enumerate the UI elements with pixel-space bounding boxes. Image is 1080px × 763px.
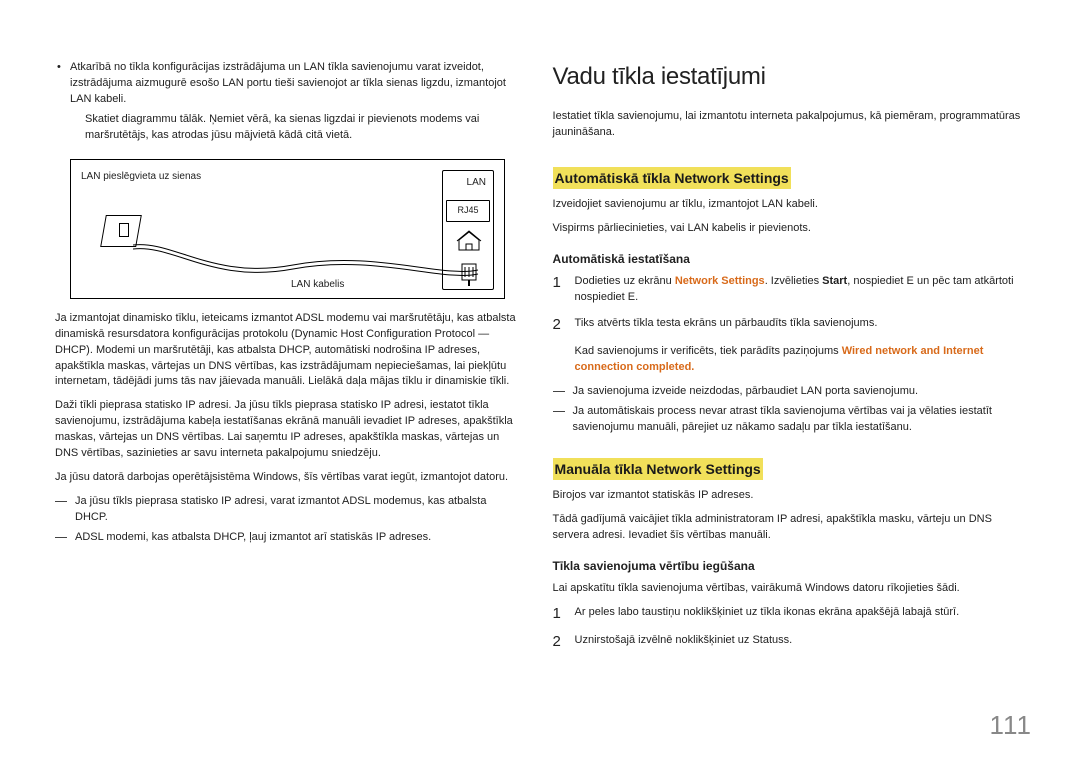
step-number: 2 [553, 633, 575, 651]
paragraph: Tādā gadījumā vaicājiet tīkla administra… [553, 512, 1030, 544]
dash-item: Ja jūsu tīkls pieprasa statisko IP adres… [55, 494, 518, 526]
step-body: Uznirstošajā izvēlnē noklikšķiniet uz St… [575, 633, 1030, 651]
diagram-cable-label: LAN kabelis [291, 278, 344, 293]
paragraph: Daži tīkli pieprasa statisko IP adresi. … [55, 398, 518, 462]
subheading-manual: Tīkla savienojuma vērtību iegūšana [553, 558, 1030, 575]
house-icon [456, 230, 482, 252]
diagram-wall-label: LAN pieslēgvieta uz sienas [81, 170, 201, 185]
dash-item: ADSL modemi, kas atbalsta DHCP, ļauj izm… [55, 530, 518, 546]
step-number: 1 [553, 274, 575, 306]
bullet-list: Atkarībā no tīkla konfigurācijas izstrād… [55, 60, 518, 144]
right-column: Vadu tīkla iestatījumi Iestatiet tīkla s… [553, 60, 1030, 661]
network-settings-label: Network Settings [675, 275, 765, 287]
diagram-lan-label: LAN [467, 176, 486, 191]
t: Kad savienojums ir verificēts, tiek parā… [575, 345, 842, 357]
man-step-2: 2 Uznirstošajā izvēlnē noklikšķiniet uz … [553, 633, 1030, 651]
step-body: Dodieties uz ekrānu Network Settings. Iz… [575, 274, 1030, 306]
subheading-auto: Automātiskā iestatīšana [553, 251, 1030, 268]
intro-text: Iestatiet tīkla savienojumu, lai izmanto… [553, 109, 1030, 141]
paragraph: Lai apskatītu tīkla savienojuma vērtības… [553, 581, 1030, 597]
left-column: Atkarībā no tīkla konfigurācijas izstrād… [55, 60, 518, 661]
step-body: Tiks atvērts tīkla testa ekrāns un pārba… [575, 316, 1030, 334]
bullet-text: Atkarībā no tīkla konfigurācijas izstrād… [70, 61, 506, 105]
dash-item: Ja savienojuma izveide neizdodas, pārbau… [553, 384, 1030, 400]
plug-icon [456, 262, 482, 288]
start-label: Start [822, 275, 847, 287]
paragraph: Vispirms pārliecinieties, vai LAN kabeli… [553, 221, 1030, 237]
t: . [635, 291, 638, 303]
paragraph: Ja izmantojat dinamisko tīklu, ieteicams… [55, 311, 518, 391]
bullet-item: Atkarībā no tīkla konfigurācijas izstrād… [55, 60, 518, 144]
t: , nospiediet [847, 275, 906, 287]
page-title: Vadu tīkla iestatījumi [553, 60, 1030, 95]
step-body: Ar peles labo taustiņu noklikšķiniet uz … [575, 605, 1030, 623]
paragraph: Izveidojiet savienojumu ar tīklu, izmant… [553, 197, 1030, 213]
step-number: 2 [553, 316, 575, 334]
step-number: 1 [553, 605, 575, 623]
heading-auto: Automātiskā tīkla Network Settings [553, 167, 791, 189]
bullet-subtext: Skatiet diagrammu tālāk. Ņemiet vērā, ka… [85, 112, 518, 144]
lan-diagram: LAN pieslēgvieta uz sienas LAN kabelis L… [70, 159, 505, 299]
paragraph: Birojos var izmantot statiskās IP adrese… [553, 488, 1030, 504]
step-sub: Kad savienojums ir verificēts, tiek parā… [575, 344, 1030, 376]
step-1: 1 Dodieties uz ekrānu Network Settings. … [553, 274, 1030, 306]
enter-icon: E [907, 275, 914, 287]
dash-item: Ja automātiskais process nevar atrast tī… [553, 404, 1030, 436]
enter-icon: E [628, 291, 635, 303]
heading-manual: Manuāla tīkla Network Settings [553, 458, 763, 480]
man-step-1: 1 Ar peles labo taustiņu noklikšķiniet u… [553, 605, 1030, 623]
step-2: 2 Tiks atvērts tīkla testa ekrāns un pār… [553, 316, 1030, 334]
page-number: 111 [989, 707, 1032, 745]
t: Dodieties uz ekrānu [575, 275, 675, 287]
rj45-box: RJ45 [446, 200, 490, 222]
paragraph: Ja jūsu datorā darbojas operētājsistēma … [55, 470, 518, 486]
t: . Izvēlieties [765, 275, 822, 287]
dash-list: Ja jūsu tīkls pieprasa statisko IP adres… [55, 494, 518, 546]
